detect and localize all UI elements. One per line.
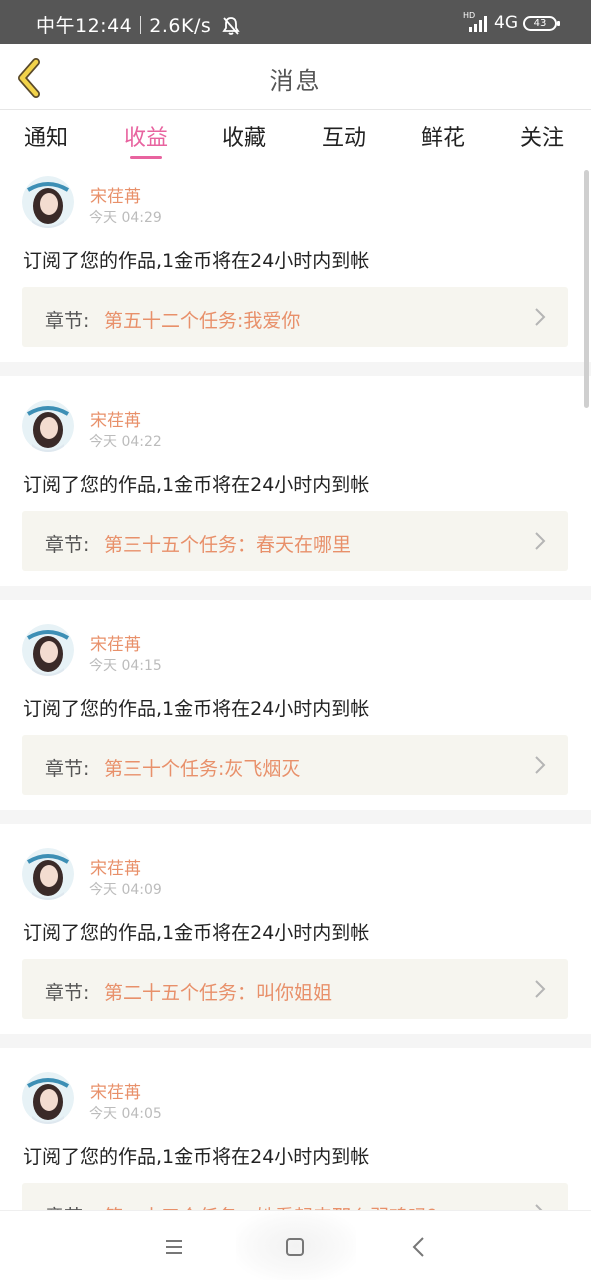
status-bar: 中午12:44 2.6K/s HD 4G 43 (0, 0, 591, 44)
signal-icon: HD (463, 11, 489, 32)
avatar[interactable] (22, 848, 74, 900)
bell-muted-icon (222, 16, 240, 41)
chapter-label: 章节: (45, 758, 90, 780)
tab-interactions[interactable]: 互动 (322, 120, 366, 152)
chevron-right-icon (535, 756, 546, 774)
home-square-icon (286, 1238, 304, 1256)
status-separator (140, 16, 142, 34)
page-title: 消息 (269, 67, 322, 95)
home-button[interactable] (281, 1233, 309, 1261)
chevron-right-icon (535, 980, 546, 998)
tab-bar: 通知 收益 收藏 互动 鲜花 关注 (0, 110, 591, 166)
message-text: 订阅了您的作品,1金币将在24小时内到帐 (23, 698, 370, 720)
network-speed: 2.6K/s (149, 15, 212, 37)
back-triangle-icon (412, 1237, 424, 1257)
message-card: 宋荏苒 今天 04:22 订阅了您的作品,1金币将在24小时内到帐 章节: 第三… (0, 390, 591, 600)
sender-name[interactable]: 宋荏苒 (90, 182, 141, 207)
chapter-title: 第三十五个任务：春天在哪里 (104, 534, 352, 556)
sender-name[interactable]: 宋荏苒 (90, 854, 141, 879)
tab-notifications[interactable]: 通知 (24, 120, 68, 152)
scrollbar[interactable] (584, 170, 589, 408)
status-time: 中午12:44 (36, 15, 133, 37)
chevron-right-icon (535, 532, 546, 550)
chapter-label: 章节: (45, 982, 90, 1004)
message-text: 订阅了您的作品,1金币将在24小时内到帐 (23, 474, 370, 496)
chapter-link[interactable]: 章节: 第二十三个任务：她看起来那么弱鸡吗？ (22, 1183, 568, 1210)
message-text: 订阅了您的作品,1金币将在24小时内到帐 (23, 250, 370, 272)
chapter-label: 章节: (45, 534, 90, 556)
chevron-right-icon (535, 308, 546, 326)
back-nav-button[interactable] (405, 1233, 433, 1261)
message-time: 今天 04:22 (89, 434, 162, 450)
tab-earnings[interactable]: 收益 (124, 120, 168, 152)
avatar[interactable] (22, 176, 74, 228)
avatar[interactable] (22, 400, 74, 452)
hd-label: HD (463, 11, 476, 20)
message-time: 今天 04:05 (89, 1106, 162, 1122)
network-type: 4G (494, 13, 518, 33)
tab-following[interactable]: 关注 (520, 120, 564, 152)
chapter-title: 第二十五个任务：叫你姐姐 (104, 982, 333, 1004)
status-right: HD 4G 43 (463, 11, 560, 33)
active-tab-indicator (130, 156, 162, 159)
chapter-title: 第三十个任务:灰飞烟灭 (104, 758, 301, 780)
message-time: 今天 04:15 (89, 658, 162, 674)
message-card: 宋荏苒 今天 04:09 订阅了您的作品,1金币将在24小时内到帐 章节: 第二… (0, 838, 591, 1048)
message-feed[interactable]: 宋荏苒 今天 04:29 订阅了您的作品,1金币将在24小时内到帐 章节: 第五… (0, 166, 591, 1210)
chapter-title: 第五十二个任务:我爱你 (104, 310, 301, 332)
sender-name[interactable]: 宋荏苒 (90, 630, 141, 655)
chapter-label: 章节: (45, 310, 90, 332)
sender-name[interactable]: 宋荏苒 (90, 406, 141, 431)
battery-icon: 43 (523, 15, 560, 31)
chevron-right-icon (535, 1204, 543, 1210)
battery-level: 43 (533, 17, 547, 29)
status-left: 中午12:44 2.6K/s (36, 11, 240, 41)
message-time: 今天 04:09 (89, 882, 162, 898)
card-divider (0, 586, 591, 600)
menu-button[interactable] (160, 1233, 188, 1261)
avatar[interactable] (22, 1072, 74, 1124)
tab-flowers[interactable]: 鲜花 (421, 120, 465, 152)
top-bar: 消息 (0, 44, 591, 110)
card-divider (0, 810, 591, 824)
chapter-link[interactable]: 章节: 第二十五个任务：叫你姐姐 (22, 959, 568, 1019)
menu-icon (166, 1240, 182, 1254)
sender-name[interactable]: 宋荏苒 (90, 1078, 141, 1103)
avatar[interactable] (22, 624, 74, 676)
tab-favorites[interactable]: 收藏 (222, 120, 266, 152)
card-divider (0, 362, 591, 376)
message-time: 今天 04:29 (89, 210, 162, 226)
message-card: 宋荏苒 今天 04:29 订阅了您的作品,1金币将在24小时内到帐 章节: 第五… (0, 166, 591, 376)
message-card: 宋荏苒 今天 04:15 订阅了您的作品,1金币将在24小时内到帐 章节: 第三… (0, 614, 591, 824)
message-card: 宋荏苒 今天 04:05 订阅了您的作品,1金币将在24小时内到帐 章节: 第二… (0, 1062, 591, 1210)
card-divider (0, 1034, 591, 1048)
chapter-link[interactable]: 章节: 第三十个任务:灰飞烟灭 (22, 735, 568, 795)
chapter-label: 章节: (45, 1202, 89, 1210)
chapter-title: 第二十三个任务：她看起来那么弱鸡吗？ (104, 1202, 446, 1210)
message-text: 订阅了您的作品,1金币将在24小时内到帐 (23, 1146, 370, 1168)
message-text: 订阅了您的作品,1金币将在24小时内到帐 (23, 922, 370, 944)
chapter-link[interactable]: 章节: 第五十二个任务:我爱你 (22, 287, 568, 347)
chapter-link[interactable]: 章节: 第三十五个任务：春天在哪里 (22, 511, 568, 571)
system-nav-bar (0, 1210, 591, 1280)
